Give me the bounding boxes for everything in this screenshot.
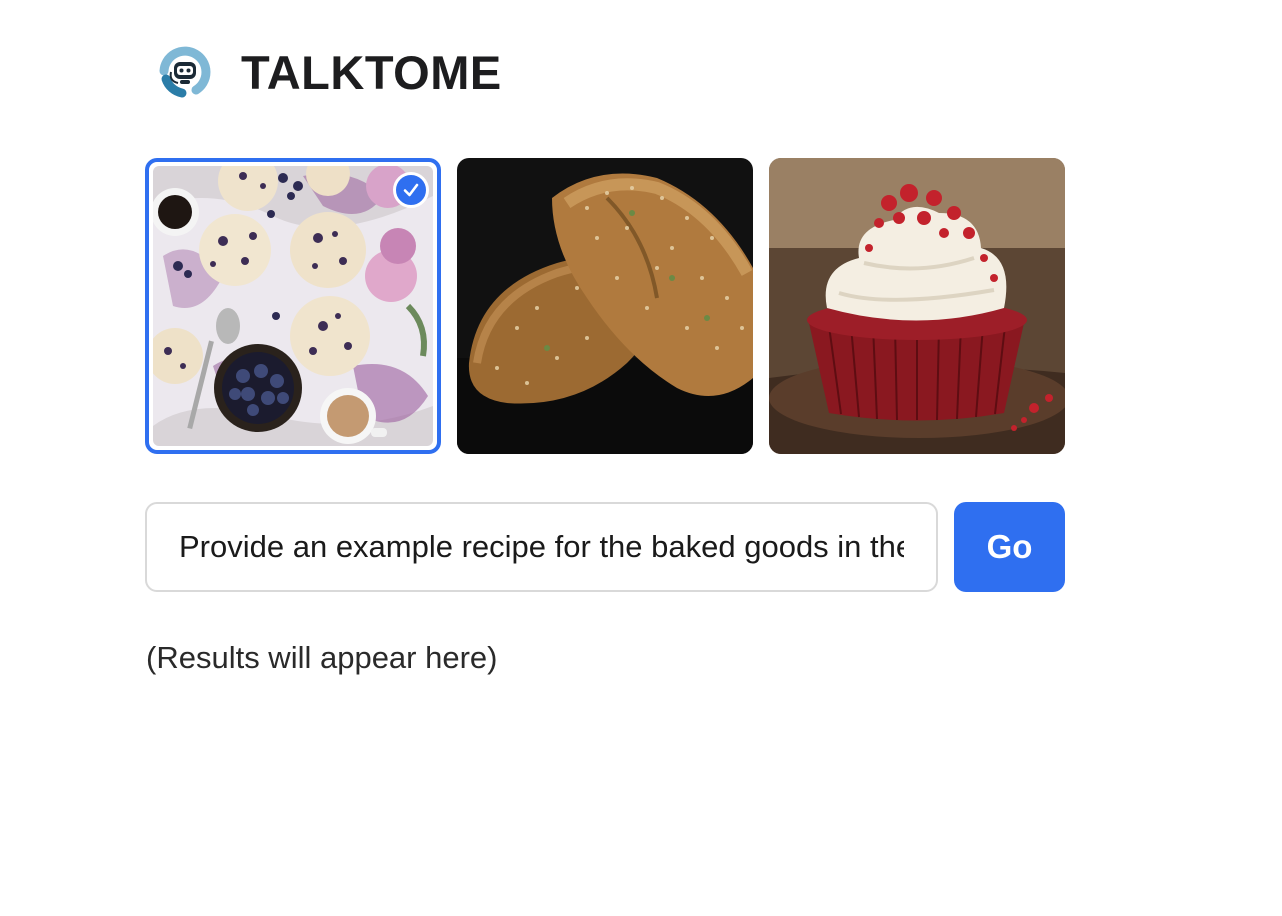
- image-gallery: [145, 158, 1065, 454]
- image-option-scones[interactable]: [145, 158, 441, 454]
- app-header: TALKTOME: [156, 40, 502, 104]
- robot-headset-logo-icon: [158, 45, 212, 99]
- seeded-bread-loaf-image: [457, 158, 753, 454]
- prompt-row: Go: [145, 502, 1065, 592]
- go-button[interactable]: Go: [954, 502, 1065, 592]
- blueberry-scones-image: [153, 166, 433, 446]
- prompt-input[interactable]: [145, 502, 938, 592]
- app-title: TALKTOME: [241, 45, 502, 99]
- image-option-cupcake[interactable]: [769, 158, 1065, 454]
- red-velvet-cupcake-image: [769, 158, 1065, 454]
- image-option-bread[interactable]: [457, 158, 753, 454]
- results-placeholder: (Results will appear here): [146, 640, 498, 675]
- checkmark-icon: [393, 172, 429, 208]
